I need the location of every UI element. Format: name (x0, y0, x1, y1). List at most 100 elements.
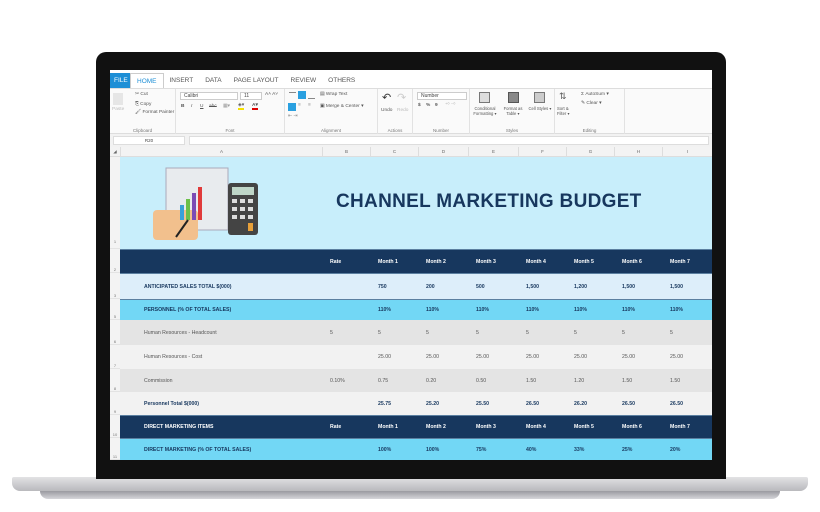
undo-icon[interactable]: ↶ (382, 91, 391, 104)
cell[interactable]: 750 (378, 274, 418, 299)
cell[interactable]: Month 5 (574, 416, 614, 438)
cell[interactable]: 1,500 (526, 274, 566, 299)
cell[interactable]: Month 2 (426, 416, 468, 438)
cell[interactable]: Rate (330, 250, 370, 273)
cell[interactable]: 26.50 (670, 392, 712, 415)
tab-insert[interactable]: INSERT (164, 73, 200, 88)
cell[interactable]: Month 5 (574, 250, 614, 273)
cell[interactable]: 110% (476, 300, 518, 320)
tab-file[interactable]: FILE (110, 73, 130, 88)
cell[interactable]: Month 4 (526, 250, 566, 273)
grow-font-icon[interactable]: A˄ A˅ (265, 92, 278, 97)
paste-button[interactable]: Paste (112, 107, 124, 112)
row-header[interactable]: 11 (110, 438, 120, 460)
cell[interactable]: 1.50 (670, 369, 712, 392)
cell[interactable]: 26.50 (622, 392, 662, 415)
cell[interactable] (330, 300, 370, 320)
cell[interactable]: 5 (426, 320, 468, 345)
cell[interactable]: Rate (330, 416, 370, 438)
currency-button[interactable]: $ (418, 103, 421, 108)
format-painter-button[interactable]: 🖌 Format Painter (135, 110, 174, 115)
column-header-i[interactable]: I (662, 147, 712, 157)
cell[interactable]: 33% (574, 439, 614, 460)
cell[interactable]: 1.20 (574, 369, 614, 392)
sort-filter-button[interactable]: Sort & Filter ▾ (557, 106, 577, 116)
cell[interactable]: 40% (526, 439, 566, 460)
cell[interactable] (144, 250, 338, 273)
tab-home[interactable]: HOME (130, 73, 164, 88)
comma-button[interactable]: 9 (435, 103, 438, 108)
cell[interactable]: 25.00 (526, 345, 566, 369)
row-header[interactable]: 7 (110, 345, 120, 369)
row-header[interactable]: 9 (110, 392, 120, 415)
cell[interactable]: DIRECT MARKETING ITEMS (144, 416, 338, 438)
cell[interactable]: 20% (670, 439, 712, 460)
redo-button[interactable]: Redo (397, 108, 408, 113)
cell[interactable]: Month 7 (670, 250, 712, 273)
cell[interactable] (330, 392, 370, 415)
cell[interactable]: PERSONNEL (% OF TOTAL SALES) (144, 300, 338, 320)
cell[interactable]: 5 (526, 320, 566, 345)
conditional-formatting-button[interactable]: Conditional Formatting ▾ (472, 106, 498, 116)
cell[interactable]: 25.00 (574, 345, 614, 369)
cell-styles-button[interactable]: Cell Styles ▾ (528, 106, 552, 111)
cell[interactable]: 110% (526, 300, 566, 320)
autosum-button[interactable]: Σ AutoSum ▾ (581, 92, 609, 97)
row-header[interactable]: 6 (110, 320, 120, 345)
cell[interactable]: 25.00 (622, 345, 662, 369)
name-box[interactable]: R20 (113, 136, 185, 145)
column-header-b[interactable]: B (322, 147, 370, 157)
copy-button[interactable]: ⎘ Copy (135, 101, 151, 107)
cell[interactable] (330, 274, 370, 299)
cell[interactable]: 25.00 (378, 345, 418, 369)
align-right-icon[interactable]: ≡ (308, 103, 311, 108)
cell[interactable]: 0.10% (330, 369, 370, 392)
cell[interactable]: 5 (378, 320, 418, 345)
cell[interactable]: 25.75 (378, 392, 418, 415)
cell[interactable]: Month 4 (526, 416, 566, 438)
cell[interactable]: 100% (426, 439, 468, 460)
tab-others[interactable]: OTHERS (322, 73, 361, 88)
column-header-d[interactable]: D (418, 147, 468, 157)
percent-button[interactable]: % (426, 103, 430, 108)
cell[interactable]: Month 2 (426, 250, 468, 273)
cell[interactable]: DIRECT MARKETING (% OF TOTAL SALES) (144, 439, 338, 460)
tab-data[interactable]: DATA (199, 73, 227, 88)
tab-page-layout[interactable]: PAGE LAYOUT (228, 73, 285, 88)
cell[interactable]: 1.50 (622, 369, 662, 392)
cell[interactable]: 200 (426, 274, 468, 299)
row-header[interactable]: 8 (110, 369, 120, 392)
cell[interactable]: 25.00 (476, 345, 518, 369)
cell[interactable]: 0.50 (476, 369, 518, 392)
font-color-icon[interactable]: A▾ (252, 103, 258, 110)
align-left-icon[interactable] (288, 103, 296, 111)
merge-center-button[interactable]: ▣ Merge & Center ▾ (320, 104, 363, 109)
font-name-select[interactable]: Calibri (180, 92, 238, 100)
cell[interactable]: 100% (378, 439, 418, 460)
cell[interactable]: 26.50 (526, 392, 566, 415)
cell[interactable]: 5 (330, 320, 370, 345)
column-header-a[interactable]: A (120, 147, 322, 157)
cell[interactable]: Commission (144, 369, 338, 392)
cell[interactable]: 1,500 (622, 274, 662, 299)
cell[interactable]: 110% (670, 300, 712, 320)
cell[interactable]: 1,500 (670, 274, 712, 299)
cell[interactable]: 5 (670, 320, 712, 345)
clear-button[interactable]: ✎ Clear ▾ (581, 101, 602, 106)
column-header-f[interactable]: F (518, 147, 566, 157)
row-header[interactable]: 10 (110, 415, 120, 438)
cell[interactable]: Personnel Total $(000) (144, 392, 338, 415)
cell[interactable]: 5 (622, 320, 662, 345)
column-header-e[interactable]: E (468, 147, 518, 157)
cell[interactable]: Month 7 (670, 416, 712, 438)
cell[interactable]: 75% (476, 439, 518, 460)
cell[interactable]: 0.20 (426, 369, 468, 392)
align-bottom-icon[interactable] (308, 92, 315, 99)
indent-icons[interactable]: ⇤ ⇥ (288, 114, 297, 119)
cell[interactable]: ANTICIPATED SALES TOTAL $(000) (144, 274, 338, 299)
cell[interactable]: Month 3 (476, 250, 518, 273)
cell[interactable] (330, 345, 370, 369)
borders-icon[interactable]: ▦▾ (223, 104, 230, 109)
row-header[interactable]: 1 (110, 157, 120, 249)
wrap-text-button[interactable]: ▤ Wrap Text (320, 92, 347, 97)
